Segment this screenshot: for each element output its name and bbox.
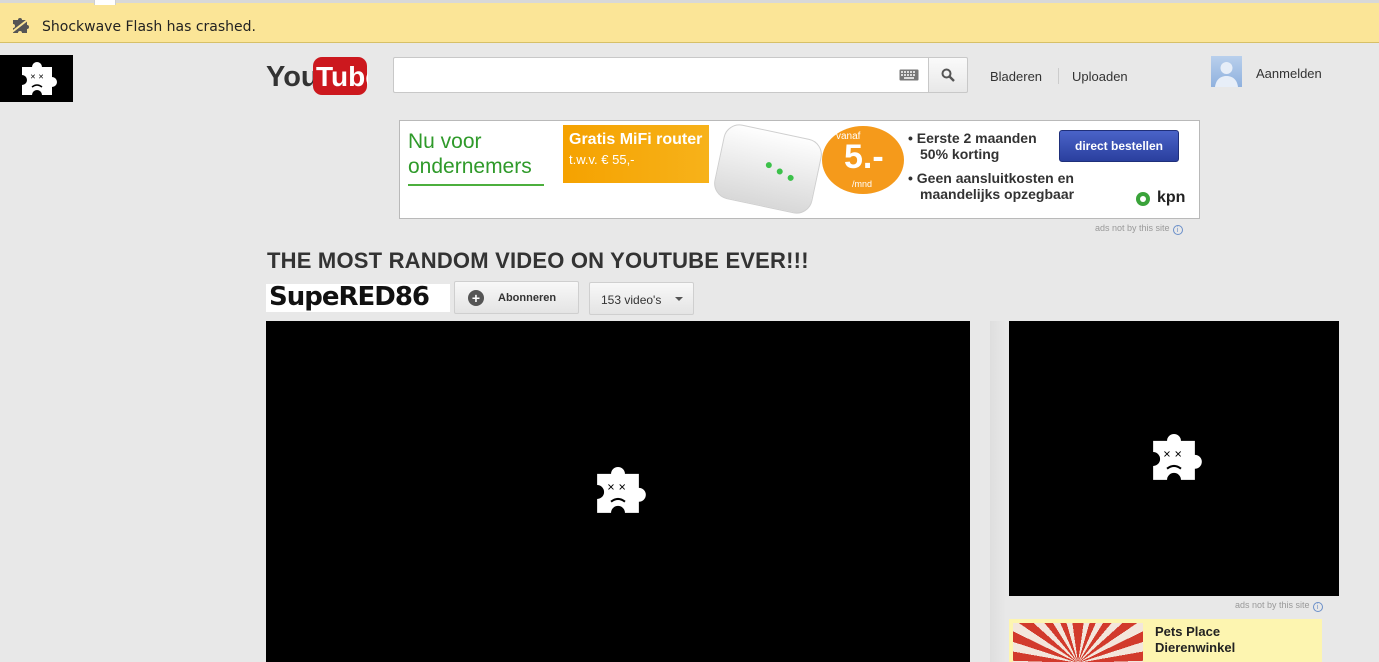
promo-card[interactable]: Pets Place Dierenwinkel — [1009, 619, 1322, 662]
promo-image — [1013, 623, 1143, 662]
info-icon[interactable]: i — [1172, 225, 1183, 235]
kpn-brand: kpn — [1157, 189, 1186, 206]
videos-count-label: 153 video's — [601, 293, 662, 307]
signin-link[interactable]: Aanmelden — [1256, 66, 1322, 81]
subscribe-label: Abonneren — [498, 292, 557, 304]
kpn-logo-icon — [1136, 192, 1150, 206]
search-input[interactable] — [393, 57, 929, 93]
user-silhouette-icon — [1215, 62, 1238, 87]
sad-puzzle-icon: ✕ ✕ — [1153, 433, 1202, 480]
info-icon[interactable]: i — [1312, 602, 1323, 612]
ad-headline-line-2: ondernemers — [408, 155, 532, 178]
ad-bullet-2: • Geen aansluitkosten en maandelijks opz… — [908, 170, 1075, 202]
ad-underline — [408, 184, 544, 186]
subscribe-button[interactable]: + Abonneren — [454, 281, 579, 314]
nav-browse-link[interactable]: Bladeren — [990, 69, 1042, 84]
nav-separator — [1058, 68, 1059, 84]
ad-banner[interactable]: Nu voor ondernemers Gratis MiFi router t… — [399, 120, 1200, 219]
video-title: THE MOST RANDOM VIDEO ON YOUTUBE EVER!!! — [267, 248, 809, 273]
plus-icon: + — [468, 290, 484, 306]
sidebar-shadow — [990, 321, 1006, 662]
sidebar-ad-disclaimer-text: ads not by this site — [1235, 600, 1310, 610]
price-amount: 5.- — [844, 138, 884, 176]
router-image — [711, 121, 825, 217]
price-badge: vanaf 5.- /mnd — [822, 126, 904, 194]
keyboard-icon[interactable] — [899, 69, 919, 81]
ad-bullet-1: • Eerste 2 maanden 50% korting — [908, 130, 1037, 162]
tab-notch — [94, 0, 116, 5]
svg-text:Tube: Tube — [316, 61, 368, 92]
youtube-logo[interactable]: You Tube — [266, 55, 368, 97]
promo-title[interactable]: Pets Place Dierenwinkel — [1155, 624, 1235, 656]
direct-order-button[interactable]: direct bestellen — [1059, 130, 1179, 162]
ad-bullet-1-line-2: 50% korting — [920, 146, 1000, 162]
sidebar-ad-disclaimer[interactable]: ads not by this site i — [1235, 600, 1323, 612]
crashed-plugin-box: ✕ ✕ — [0, 55, 73, 102]
puzzle-piece-icon — [11, 17, 31, 33]
avatar[interactable] — [1211, 56, 1242, 87]
sidebar-ad-crashed[interactable]: ✕ ✕ — [1009, 321, 1339, 596]
ad-headline: Nu voor ondernemers — [408, 129, 532, 179]
search-icon — [941, 68, 955, 82]
nav-upload-link[interactable]: Uploaden — [1072, 69, 1128, 84]
promo-title-line-1: Pets Place — [1155, 624, 1221, 639]
ad-offer-title: Gratis MiFi router — [569, 131, 703, 148]
svg-text:✕ ✕: ✕ ✕ — [607, 482, 626, 493]
price-suffix: /mnd — [852, 179, 873, 189]
ad-disclaimer-text: ads not by this site — [1095, 223, 1170, 233]
videos-count-dropdown[interactable]: 153 video's — [589, 282, 694, 315]
search-field[interactable] — [400, 64, 890, 86]
video-player-crashed[interactable]: ✕ ✕ — [266, 321, 970, 662]
svg-text:You: You — [266, 61, 319, 93]
ad-bullet-1-line-1: Eerste 2 maanden — [916, 130, 1037, 146]
channel-name: SupeRED86 — [269, 284, 430, 312]
ad-disclaimer[interactable]: ads not by this site i — [1095, 223, 1183, 235]
ad-offer-box: Gratis MiFi router t.w.v. € 55,- — [563, 125, 709, 183]
channel-banner[interactable]: SupeRED86 — [266, 284, 450, 312]
sad-puzzle-icon: ✕ ✕ — [21, 61, 57, 95]
ad-bullet-2-line-2: maandelijks opzegbaar — [920, 186, 1075, 202]
promo-title-line-2: Dierenwinkel — [1155, 640, 1236, 655]
crash-message: Shockwave Flash has crashed. — [42, 19, 256, 35]
search-button[interactable] — [928, 57, 968, 93]
svg-text:✕ ✕: ✕ ✕ — [30, 73, 44, 81]
sad-puzzle-icon: ✕ ✕ — [597, 466, 646, 513]
ad-headline-line-1: Nu voor — [408, 130, 482, 153]
plugin-crash-bar: Shockwave Flash has crashed. — [0, 0, 1379, 43]
ad-offer-value: t.w.v. € 55,- — [569, 152, 635, 167]
ad-bullet-2-line-1: Geen aansluitkosten en — [916, 170, 1074, 186]
svg-text:✕ ✕: ✕ ✕ — [1163, 449, 1182, 460]
caret-down-icon — [675, 297, 683, 301]
